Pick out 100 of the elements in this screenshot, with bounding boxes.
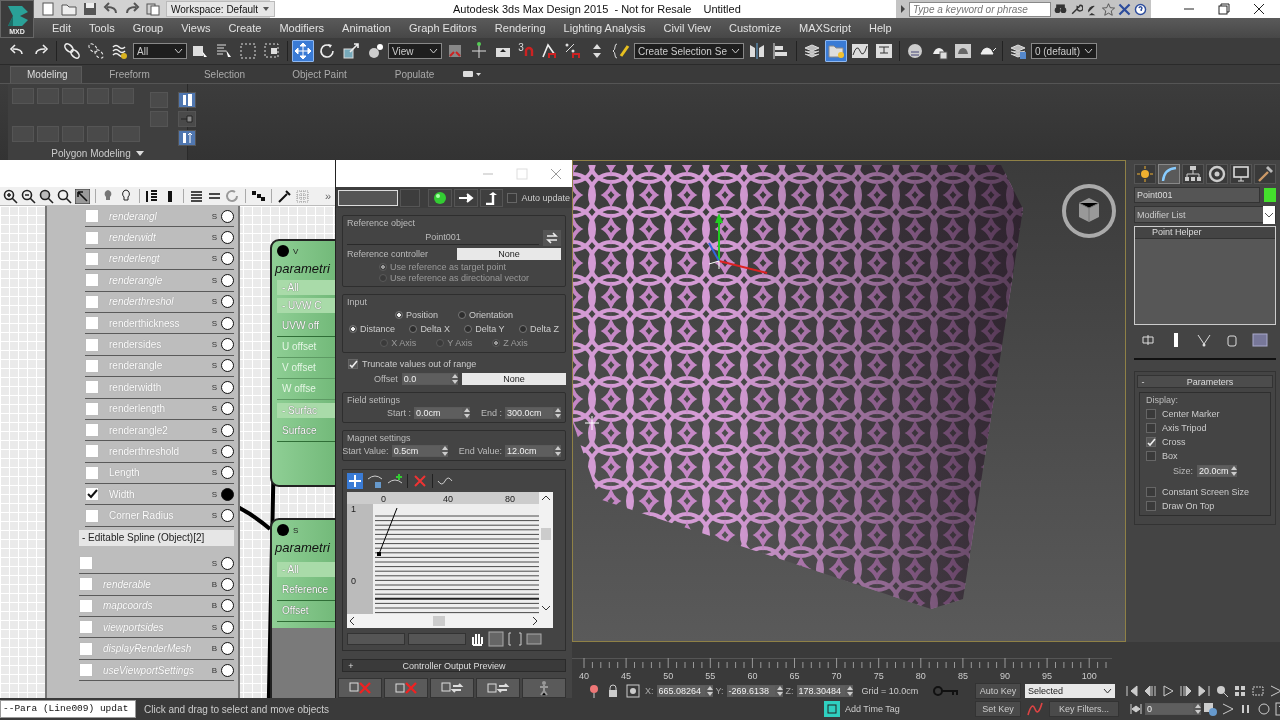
spinner-field[interactable]: 12.0cm xyxy=(505,445,561,457)
port-type-label: B xyxy=(211,644,217,654)
radio-label: Use reference as directional vector xyxy=(390,273,530,283)
parameter-label: renderable xyxy=(103,578,152,590)
radio-label: Delta X xyxy=(420,324,450,334)
checkbox-label: Truncate values out of range xyxy=(362,359,477,369)
menu-item[interactable]: Create xyxy=(219,22,271,34)
rollout-header[interactable]: - Parameters xyxy=(1137,375,1273,388)
toolbar-dropdown[interactable]: View xyxy=(388,43,442,59)
parameter-label: rendersides xyxy=(109,339,163,351)
coordinate-label: Y: xyxy=(715,686,724,696)
add-time-tag-button[interactable]: Add Time Tag xyxy=(845,704,900,714)
key-mode-dropdown[interactable]: Selected xyxy=(1025,684,1115,698)
frame-label: 60 xyxy=(747,671,758,681)
set-key-button[interactable]: Set Key xyxy=(975,701,1021,717)
object-name: Point001 xyxy=(347,231,539,245)
radio-label: Y Axis xyxy=(447,338,473,348)
node-card[interactable]: V parametri - All - UVW C UVW off U offset V offset W offse - Surfac Surface xyxy=(270,239,335,487)
port-type-label: S xyxy=(211,404,217,414)
spinner-field[interactable]: 0.0cm xyxy=(414,407,470,419)
checkbox-label: Center Marker xyxy=(1162,409,1220,419)
spinner-field[interactable]: 178.30484 xyxy=(796,685,853,697)
spinner-field[interactable]: 0.5cm xyxy=(391,445,448,457)
radio-label: Delta Z xyxy=(529,324,559,334)
radio-label: Position xyxy=(405,310,438,320)
menu-item[interactable]: Edit xyxy=(43,22,80,34)
menu-item[interactable]: Tools xyxy=(79,22,124,34)
spinner-field[interactable]: 0.0 xyxy=(401,373,458,385)
parameter-label: mapcoords xyxy=(103,600,154,612)
menu-item[interactable]: Animation xyxy=(333,22,400,34)
field-label: Reference controller xyxy=(347,249,429,259)
grid-size-text: Grid = 10.0cm xyxy=(861,686,919,696)
field-label: End : xyxy=(481,408,502,418)
menu-item[interactable]: Modifiers xyxy=(270,22,334,34)
port-type-label: B xyxy=(211,579,217,589)
snap-toggle-button[interactable]: 3 xyxy=(516,40,536,62)
field-label: Start : xyxy=(386,408,411,418)
menu-item[interactable]: MAXScript xyxy=(790,22,860,34)
frame-spinner[interactable]: 0 xyxy=(1145,703,1201,715)
toolbar-dropdown[interactable]: 0 (default) xyxy=(1030,43,1097,59)
menu-item[interactable]: Civil View xyxy=(654,22,721,34)
spinner-field[interactable]: 300.0cm xyxy=(505,407,561,419)
toolbar-dropdown[interactable]: Create Selection Se xyxy=(634,43,744,59)
field-label: End Value: xyxy=(458,446,502,456)
group-header[interactable]: - Editable Spline (Object)[2] xyxy=(79,529,234,546)
axis-tick-label: 0 xyxy=(351,576,356,586)
checkbox-label: Constant Screen Size xyxy=(1162,487,1250,497)
spinner-field[interactable]: 665.08264 xyxy=(656,685,713,697)
search-field[interactable]: Type a keyword or phrase xyxy=(909,1,1051,17)
spinner-field[interactable]: -269.6138 xyxy=(726,685,783,697)
ribbon-tab[interactable]: Modeling xyxy=(10,66,82,83)
radio-label: Delta Y xyxy=(475,324,505,334)
port-type-label: S xyxy=(211,318,217,328)
frame-label: 55 xyxy=(705,671,716,681)
panel-title-dropdown[interactable]: Polygon Modeling xyxy=(8,146,187,160)
curve-editor[interactable]: 0 40 80 1 0 xyxy=(342,469,566,651)
parameter-label: renderlength xyxy=(109,403,167,415)
frame-label: 65 xyxy=(789,671,800,681)
menu-item[interactable]: Views xyxy=(172,22,220,34)
port-type-label: S xyxy=(211,340,217,350)
stack-item[interactable]: Point Helper xyxy=(1135,227,1275,239)
toolbar-dropdown[interactable]: All xyxy=(133,43,187,59)
menu-item[interactable]: Customize xyxy=(720,22,790,34)
parameter-label: Corner Radius xyxy=(109,510,175,522)
parameter-label: Length xyxy=(109,467,141,479)
menu-item[interactable]: Lighting Analysis xyxy=(554,22,655,34)
parameter-label: renderwidth xyxy=(109,381,163,393)
parameter-label: Width xyxy=(109,488,136,500)
object-name-field[interactable]: Point001 xyxy=(1134,187,1260,203)
node-title: parametri xyxy=(275,261,331,276)
key-filters-button[interactable]: Key Filters... xyxy=(1049,701,1119,717)
radio-label: Orientation xyxy=(469,310,514,320)
frame-label: 80 xyxy=(915,671,926,681)
port-type-label: S xyxy=(211,425,217,435)
menu-item[interactable]: Group xyxy=(123,22,173,34)
group-label: Magnet settings xyxy=(347,433,412,443)
ribbon-tab[interactable]: Populate xyxy=(367,67,462,83)
modifier-list-dropdown[interactable]: Modifier List xyxy=(1134,206,1276,223)
menu-item[interactable]: Graph Editors xyxy=(399,22,486,34)
menu-item[interactable]: Help xyxy=(860,22,901,34)
parameter-label: renderthreshol xyxy=(109,296,175,308)
menu-item[interactable]: Rendering xyxy=(485,22,555,34)
port-type-label: S xyxy=(211,489,217,499)
frame-label: 70 xyxy=(831,671,842,681)
controller-button[interactable]: None xyxy=(462,373,566,385)
spinner-field[interactable]: 20.0cm xyxy=(1197,465,1237,477)
auto-key-button[interactable]: Auto Key xyxy=(975,683,1021,699)
ribbon-tab[interactable]: Object Paint xyxy=(272,67,367,83)
script-listener-field[interactable]: --Para (Line009) updat xyxy=(0,700,136,718)
group-label: Display: xyxy=(1146,395,1179,405)
workspace-dropdown[interactable]: Workspace: Default xyxy=(166,1,276,17)
node-card[interactable]: S parametri - All Reference Offset xyxy=(270,518,335,698)
port-type-label: S xyxy=(211,361,217,371)
frame-label: 100 xyxy=(1081,671,1097,681)
ribbon-tab[interactable]: Freeform xyxy=(82,67,177,83)
rollout-header[interactable]: + Controller Output Preview xyxy=(342,659,566,672)
controller-button[interactable]: None xyxy=(457,248,561,260)
ribbon-tab[interactable]: Selection xyxy=(177,67,272,83)
toolbar-overflow-button[interactable]: » xyxy=(324,190,331,202)
prompt-text: Click and drag to select and move objects xyxy=(144,703,330,715)
